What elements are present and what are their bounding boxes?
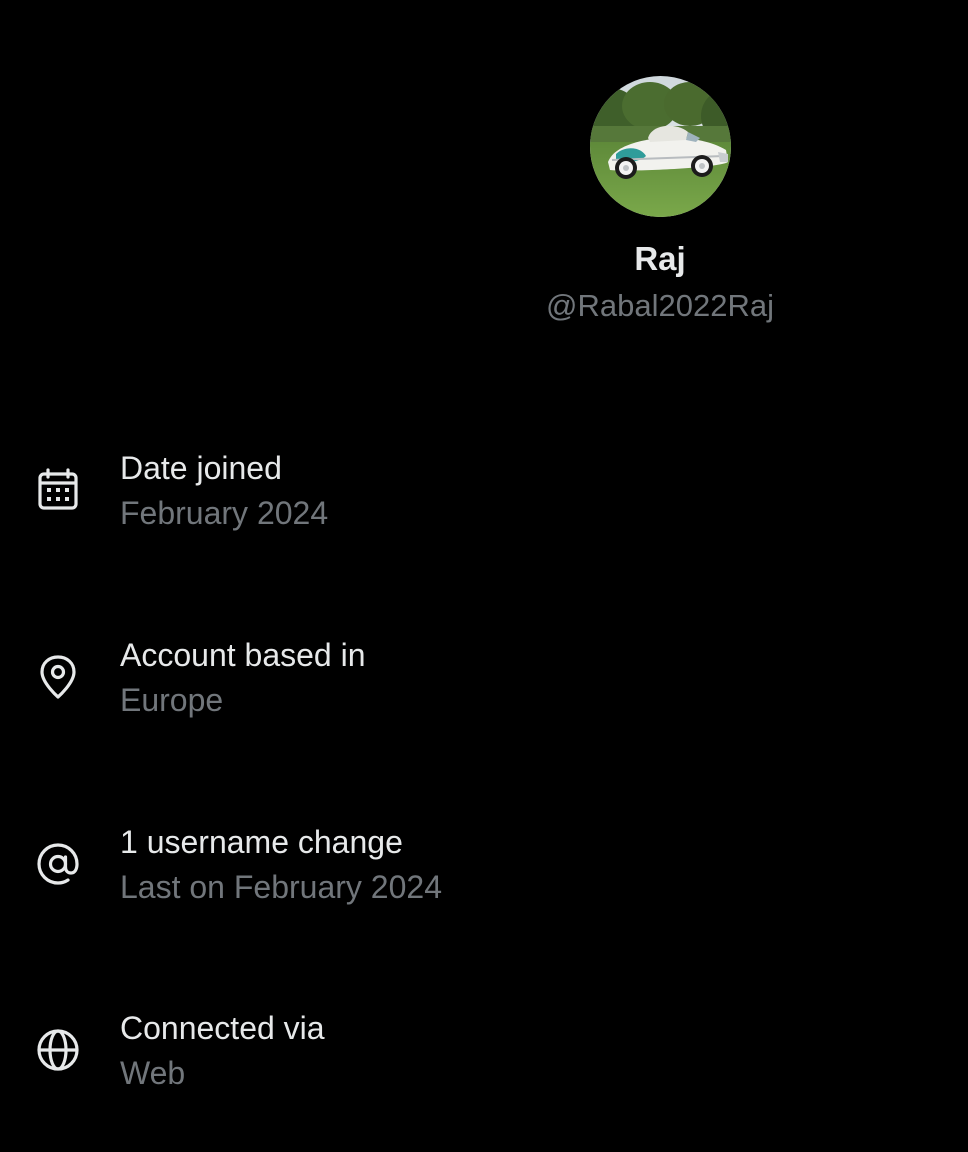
detail-text: Date joined February 2024 [120,446,328,535]
at-sign-icon [34,840,82,888]
avatar[interactable] [589,76,731,217]
detail-title: Connected via [120,1010,325,1046]
detail-text: Connected via Web [120,1006,325,1095]
profile-header: Raj @Rabal2022Raj [500,76,820,325]
detail-value: February 2024 [120,495,329,531]
detail-value: Last on February 2024 [120,869,442,905]
detail-text: Account based in Europe [120,633,366,722]
detail-title: Account based in [120,637,366,673]
username-handle: @Rabal2022Raj [546,288,774,323]
globe-icon [34,1026,82,1074]
detail-row-connected-via: Connected via Web [0,1006,968,1106]
detail-row-account-location: Account based in Europe [0,633,968,733]
avatar-image [589,76,731,217]
detail-value: Europe [120,682,224,718]
detail-value: Web [120,1055,186,1091]
detail-text: 1 username change Last on February 2024 [120,820,442,909]
calendar-icon [34,466,82,514]
location-pin-icon [34,653,82,701]
detail-title: Date joined [120,450,282,486]
display-name: Raj [634,240,686,277]
detail-title: 1 username change [120,824,403,860]
detail-row-username-changes: 1 username change Last on February 2024 [0,820,968,920]
detail-row-date-joined: Date joined February 2024 [0,446,968,546]
